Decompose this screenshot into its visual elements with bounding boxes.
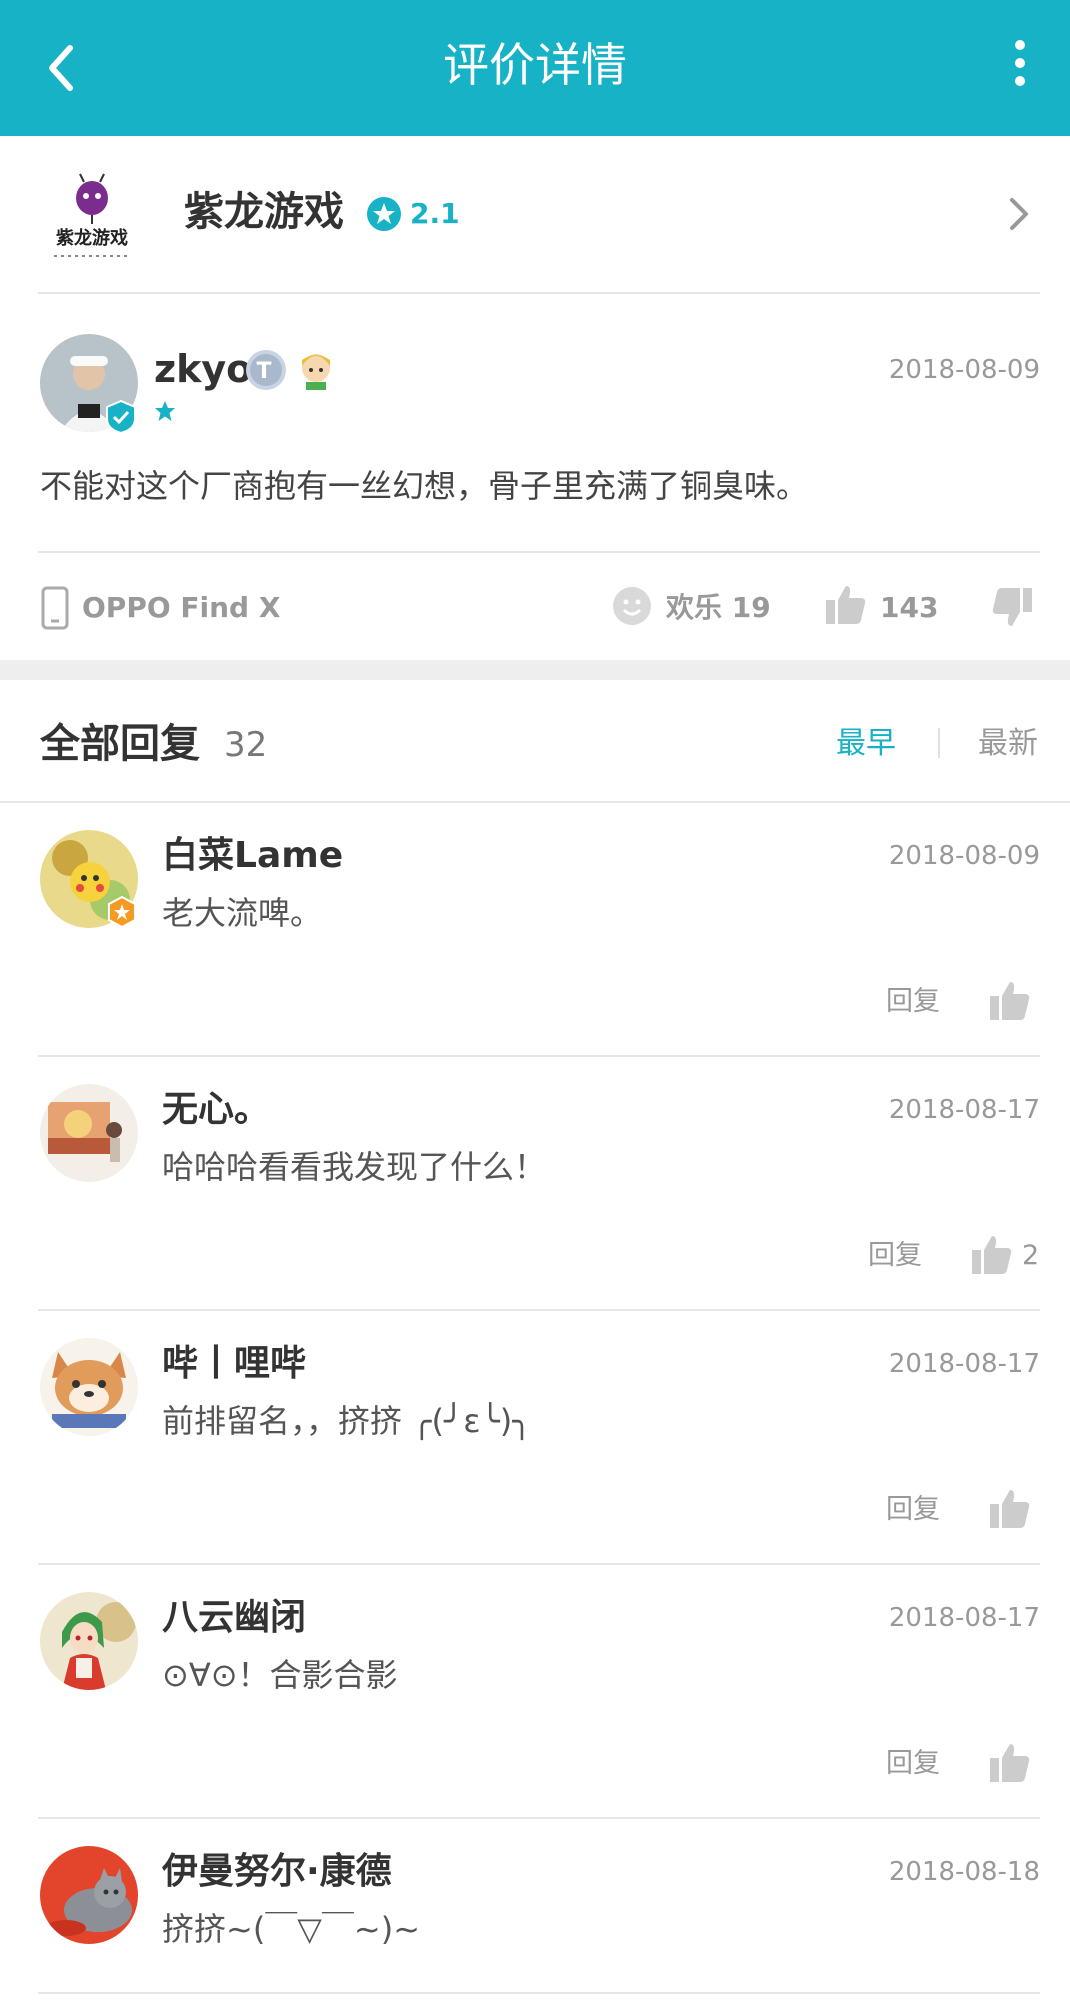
divider <box>938 728 940 758</box>
divider <box>38 1309 1040 1311</box>
phone-icon <box>41 586 69 630</box>
thumbs-down-icon[interactable] <box>990 586 1034 630</box>
thumbs-up-icon[interactable] <box>970 1232 1014 1276</box>
star-rating-icon <box>367 197 401 231</box>
divider <box>38 1992 1040 1994</box>
more-options-icon[interactable] <box>1010 38 1030 88</box>
reply-button[interactable]: 回复 <box>886 1744 940 1784</box>
reply-avatar[interactable] <box>40 1338 138 1436</box>
reply-text: 前排留名，，挤挤 ╭(╯ε╰)╮ <box>162 1402 532 1440</box>
thumbs-up-icon[interactable] <box>988 1740 1032 1784</box>
mood-count: 欢乐 19 <box>666 591 771 624</box>
smile-icon <box>613 587 651 625</box>
game-logo-text: 紫龙游戏 <box>56 227 128 249</box>
reply-date: 2018-08-17 <box>888 1095 1040 1125</box>
divider <box>38 292 1040 294</box>
reply-avatar[interactable] <box>40 1592 138 1690</box>
thumbs-up-icon[interactable] <box>824 582 868 626</box>
reply-author[interactable]: 无心。 <box>162 1086 270 1134</box>
game-info-row[interactable]: 紫龙游戏 紫龙游戏 2.1 <box>0 136 1070 294</box>
device-name: OPPO Find X <box>82 591 281 624</box>
reply-like-count: 2 <box>1022 1240 1040 1271</box>
reply-date: 2018-08-18 <box>888 1857 1040 1887</box>
reviewer-name[interactable]: zkyo <box>154 344 252 394</box>
reply-button[interactable]: 回复 <box>886 1490 940 1530</box>
sort-earliest-tab[interactable]: 最早 <box>836 724 896 764</box>
character-badge-icon <box>302 354 330 390</box>
divider <box>38 1563 1040 1565</box>
game-rating: 2.1 <box>410 197 460 230</box>
reply-date: 2018-08-17 <box>888 1349 1040 1379</box>
reply-avatar[interactable] <box>40 1084 138 1182</box>
chevron-right-icon <box>1010 198 1028 230</box>
app-header: 评价详情 <box>0 0 1070 136</box>
section-separator <box>0 660 1070 680</box>
reply-text: 挤挤~(￣▽￣~)~ <box>162 1910 421 1948</box>
sort-latest-tab[interactable]: 最新 <box>978 724 1038 764</box>
replies-count: 32 <box>224 725 268 765</box>
review-date: 2018-08-09 <box>888 355 1040 385</box>
thumbs-up-icon[interactable] <box>988 978 1032 1022</box>
reply-button[interactable]: 回复 <box>886 982 940 1022</box>
review-text: 不能对这个厂商抱有一丝幻想，骨子里充满了铜臭味。 <box>40 467 809 505</box>
reply-author[interactable]: 哔丨哩哔 <box>162 1340 306 1388</box>
reply-text: ⊙∀⊙！合影合影 <box>162 1656 398 1694</box>
likes-count: 143 <box>880 591 939 624</box>
divider <box>38 1055 1040 1057</box>
reply-date: 2018-08-09 <box>888 841 1040 871</box>
divider <box>38 551 1040 553</box>
page-title: 评价详情 <box>443 38 627 92</box>
level-badge-text: T <box>256 359 271 384</box>
reply-button[interactable]: 回复 <box>868 1236 922 1276</box>
star-level-icon <box>155 401 175 421</box>
verified-badge-icon <box>106 400 136 434</box>
reply-avatar[interactable] <box>40 1846 138 1944</box>
reply-text: 哈哈哈看看我发现了什么！ <box>162 1148 547 1186</box>
level-badge-icon: T <box>246 350 286 390</box>
reply-author[interactable]: 伊曼努尔·康德 <box>162 1848 392 1896</box>
thumbs-up-icon[interactable] <box>988 1486 1032 1530</box>
game-name: 紫龙游戏 <box>184 189 344 235</box>
game-logo-icon: 紫龙游戏 <box>54 173 130 257</box>
reply-author[interactable]: 白菜Lame <box>162 832 343 880</box>
replies-title: 全部回复 <box>40 721 200 767</box>
rank-badge-icon <box>108 896 136 928</box>
reply-author[interactable]: 八云幽闭 <box>162 1594 306 1642</box>
reply-date: 2018-08-17 <box>888 1603 1040 1633</box>
reply-text: 老大流啤。 <box>162 894 323 932</box>
divider <box>38 1817 1040 1819</box>
divider <box>0 801 1070 803</box>
